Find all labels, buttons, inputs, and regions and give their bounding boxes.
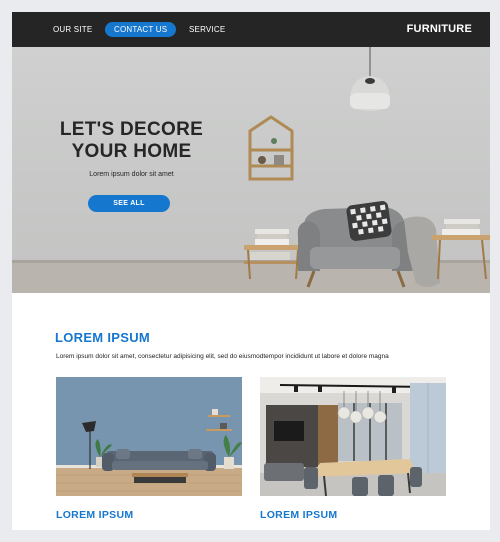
hero-title-line-1: LET'S DECORE <box>59 119 204 140</box>
dining-room-image <box>260 377 446 496</box>
nav-link-our-site[interactable]: OUR SITE <box>53 22 92 37</box>
nav-link-service[interactable]: SERVICE <box>189 22 225 37</box>
section-description: Lorem ipsum dolor sit amet, consectetur … <box>56 353 389 360</box>
living-room-image <box>56 377 242 496</box>
hero-title-line-2: YOUR HOME <box>71 141 192 162</box>
see-all-button[interactable]: SEE ALL <box>88 195 170 212</box>
card-title-2[interactable]: LOREM IPSUM <box>260 509 337 521</box>
nav-link-contact-us[interactable]: CONTACT US <box>105 22 177 37</box>
top-navbar: OUR SITE CONTACT US SERVICE FURNITURE <box>12 12 490 47</box>
card-title-1[interactable]: LOREM IPSUM <box>56 509 133 521</box>
section-title: LOREM IPSUM <box>55 330 151 345</box>
page: OUR SITE CONTACT US SERVICE FURNITURE LE… <box>12 12 490 530</box>
brand-logo[interactable]: FURNITURE <box>407 22 472 36</box>
card-image-dining-room[interactable] <box>260 377 446 496</box>
hero-banner: LET'S DECORE YOUR HOME Lorem ipsum dolor… <box>12 47 490 293</box>
card-image-living-room[interactable] <box>56 377 242 496</box>
hero-title: LET'S DECORE YOUR HOME <box>44 119 219 163</box>
hero-subtitle: Lorem ipsum dolor sit amet <box>89 171 174 178</box>
hero-background-image <box>12 47 490 293</box>
